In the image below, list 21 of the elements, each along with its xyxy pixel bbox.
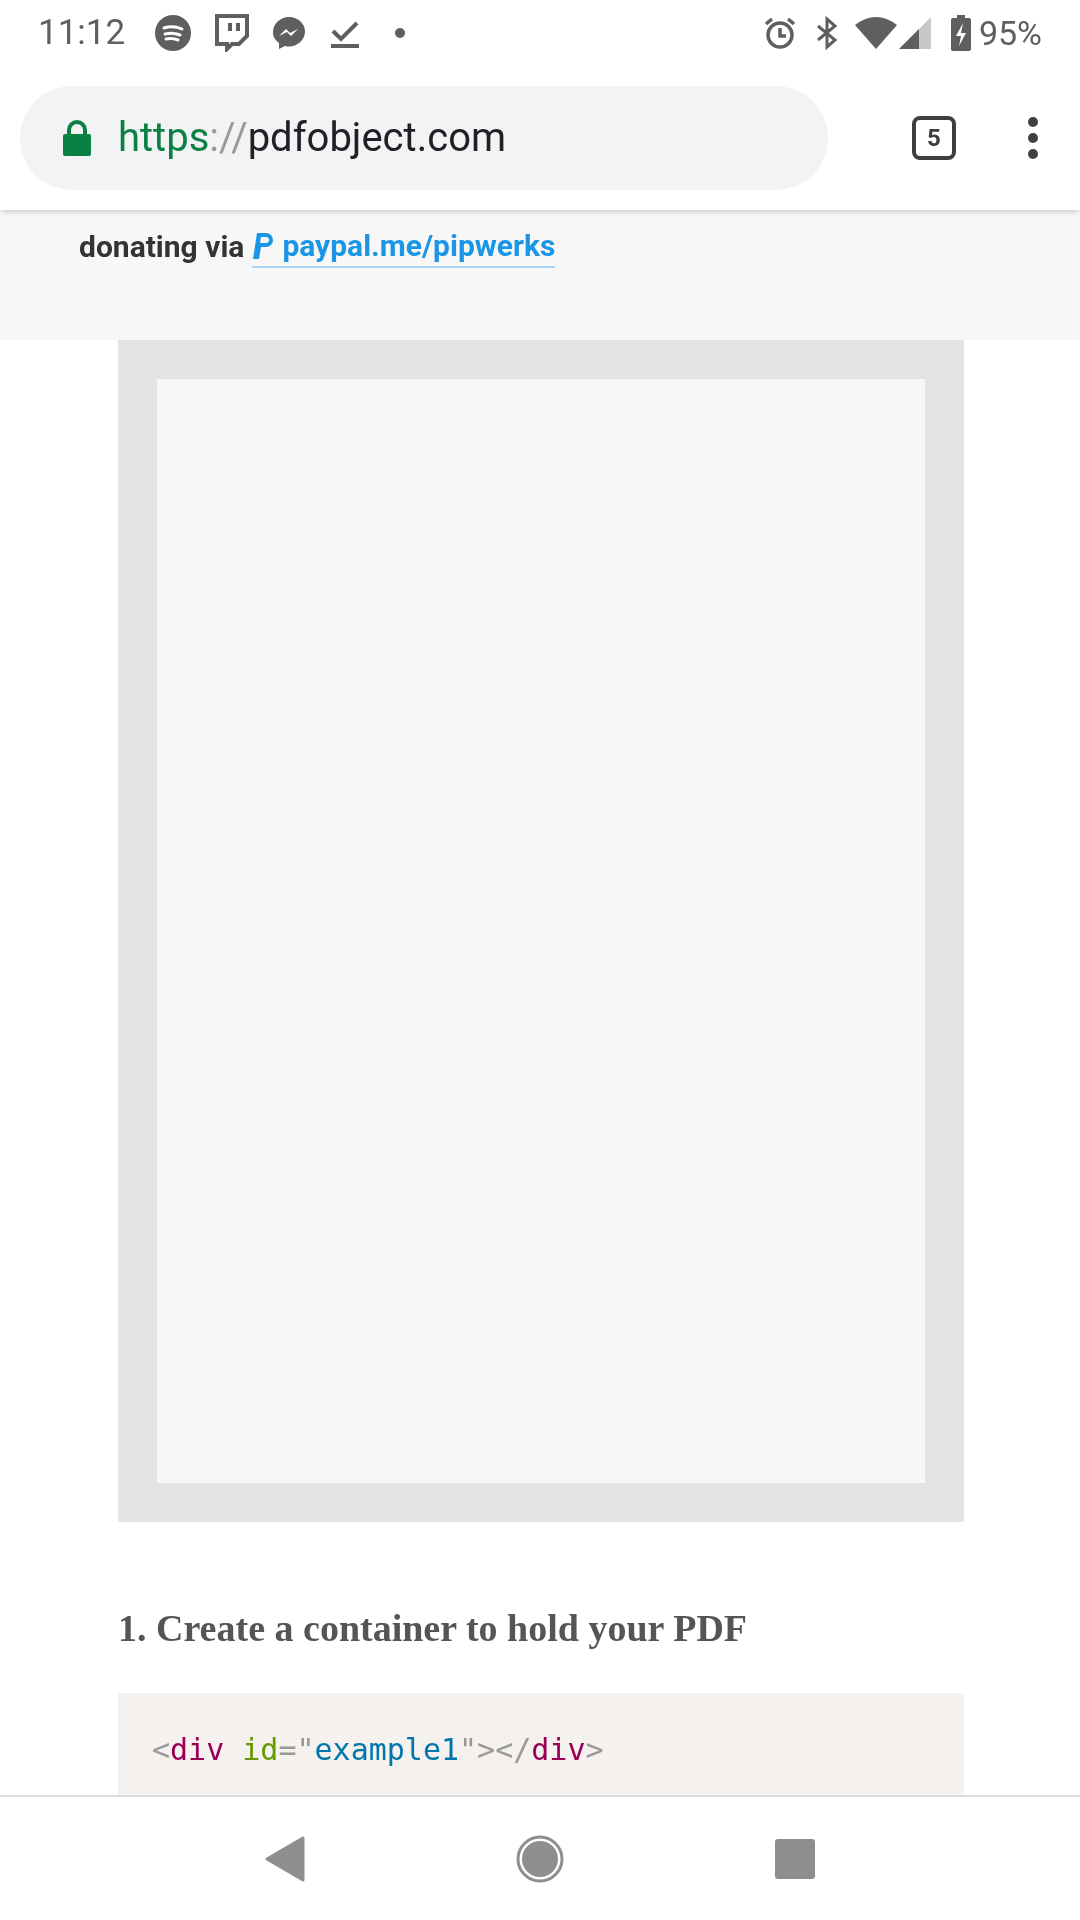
- battery-charging-icon: [950, 15, 971, 51]
- spotify-icon: [155, 15, 192, 51]
- back-icon[interactable]: [265, 1835, 306, 1882]
- signal-icon: [898, 17, 931, 49]
- donate-text: donating via: [79, 228, 245, 266]
- chat-box-icon: [213, 14, 250, 52]
- section-heading: 1. Create a container to hold your PDF: [118, 1606, 749, 1651]
- home-icon[interactable]: [516, 1834, 564, 1883]
- recents-icon[interactable]: [774, 1838, 815, 1879]
- tab-count-button[interactable]: 5: [912, 116, 956, 160]
- messenger-icon: [271, 15, 308, 51]
- code-text: <div id="example1"></div>: [152, 1732, 604, 1767]
- paypal-icon: [252, 233, 275, 259]
- address-bar[interactable]: https://pdfobject.com: [20, 86, 828, 190]
- bluetooth-icon: [814, 16, 839, 50]
- url-text: https://pdfobject.com: [118, 113, 507, 163]
- alarm-icon: [762, 16, 797, 50]
- dot-icon: [395, 28, 406, 38]
- status-time: 11:12: [38, 10, 126, 55]
- battery-percentage: 95%: [978, 11, 1042, 55]
- more-menu-icon[interactable]: [1026, 116, 1040, 160]
